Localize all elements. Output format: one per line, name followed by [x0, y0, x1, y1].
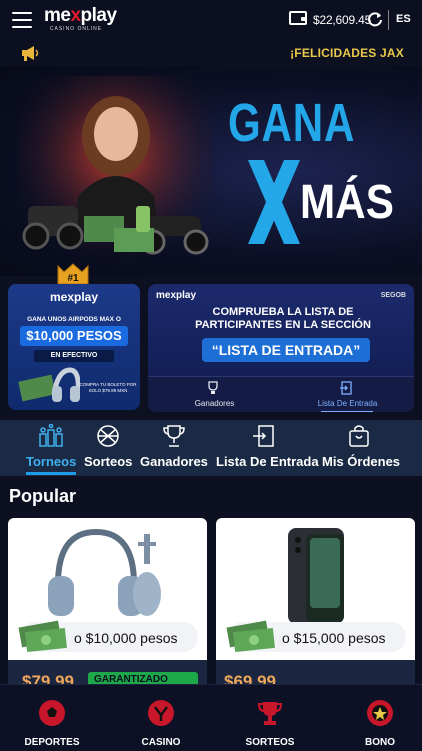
- promo-card-entry-list[interactable]: mexplay SEGOB COMPRUEBA LA LISTA DE PART…: [148, 284, 414, 412]
- bonus-icon: [367, 700, 393, 726]
- language-selector[interactable]: ES: [396, 13, 411, 25]
- logo-subtitle: CASINO ONLINE: [49, 26, 103, 32]
- tournament-icon: [39, 424, 63, 447]
- category-nav: Torneos Sorteos Ganadores Lista De Entra…: [0, 420, 422, 476]
- trophy-icon: [208, 381, 218, 394]
- entry-list-icon: [253, 425, 274, 447]
- tab-lista-de-entrada[interactable]: Lista De Entrada: [216, 420, 319, 476]
- hero-banner[interactable]: GANA MÁS: [0, 66, 422, 276]
- promo-card-airpods[interactable]: mexplay GANA UNOS AIRPODS MAX O $10,000 …: [8, 284, 140, 410]
- promo-highlight: “LISTA DE ENTRADA”: [202, 338, 370, 362]
- slot-icon: [148, 700, 174, 726]
- promo-logo: mexplay: [50, 290, 99, 304]
- promo-headline: GANA UNOS AIRPODS MAX O: [27, 316, 121, 323]
- refresh-icon[interactable]: [367, 11, 383, 27]
- tab-torneos[interactable]: Torneos: [26, 420, 76, 476]
- trophy-icon: [257, 702, 283, 725]
- tab-mis-ordenes[interactable]: Mis Órdenes: [322, 420, 400, 476]
- foldable-phone-image: [288, 528, 344, 624]
- regulator-logo: SEGOB: [380, 292, 406, 299]
- hero-title-line1: GANA: [228, 93, 356, 153]
- list-exit-icon: [340, 381, 352, 395]
- active-tab-indicator: [26, 472, 76, 475]
- cash-icon: [18, 620, 67, 653]
- hero-x-mark: [248, 160, 300, 244]
- headphones-image: [48, 528, 161, 616]
- wallet-icon[interactable]: [289, 11, 307, 25]
- promo-tabs: Ganadores Lista De Entrada: [148, 376, 414, 412]
- logo-wordmark: mexplay: [44, 5, 117, 26]
- promo-cash-label: EN EFECTIVO: [34, 350, 114, 362]
- promo-tab-ganadores[interactable]: Ganadores: [148, 377, 281, 412]
- promo-logo: mexplay: [156, 290, 197, 301]
- promo-tab-label: Ganadores: [194, 399, 235, 408]
- promo-prize-illustration: [18, 367, 80, 402]
- logo[interactable]: mexplay CASINO ONLINE: [44, 5, 117, 36]
- hero-prize-illustration: [18, 76, 213, 271]
- promo-title-line1: COMPRUEBA LA LISTA DE: [212, 306, 354, 318]
- prize-text: o $15,000 pesos: [282, 630, 386, 646]
- bottom-nav: DEPORTES CASINO SORTEOS BONO: [0, 684, 422, 750]
- cash-icon: [226, 620, 275, 653]
- prize-text: o $10,000 pesos: [74, 630, 178, 646]
- announcement-ticker: ¡FELICIDADES JAX: [290, 46, 404, 60]
- tab-label: Sorteos: [84, 454, 133, 469]
- bottom-nav-casino[interactable]: CASINO: [121, 685, 201, 751]
- promo-note: COMPRA TU BOLETO POR SOLO $79.99 MXN: [79, 382, 137, 393]
- promo-title: COMPRUEBA LA LISTA DE PARTICIPANTES EN L…: [188, 306, 378, 332]
- bottom-nav-label: DEPORTES: [24, 737, 80, 748]
- trophy-icon: [163, 425, 185, 447]
- bottom-nav-bono[interactable]: BONO: [340, 685, 420, 751]
- tab-label: Mis Órdenes: [322, 454, 401, 469]
- tab-label: Torneos: [26, 454, 77, 469]
- bag-icon: [349, 425, 369, 447]
- soccer-ball-icon: [39, 700, 65, 726]
- tab-label: Lista De Entrada: [216, 454, 319, 469]
- section-title: Popular: [9, 486, 77, 506]
- balance-amount: $22,609.45: [313, 13, 372, 27]
- promo-tab-lista[interactable]: Lista De Entrada: [281, 377, 414, 412]
- divider: [388, 10, 389, 30]
- hero-title-line2: MÁS: [300, 176, 394, 229]
- menu-icon[interactable]: [12, 12, 32, 28]
- top-bar: mexplay CASINO ONLINE $22,609.45 ES: [0, 0, 422, 40]
- svg-text:#1: #1: [67, 273, 79, 284]
- bottom-nav-deportes[interactable]: DEPORTES: [12, 685, 92, 751]
- bottom-nav-sorteos[interactable]: SORTEOS: [230, 685, 310, 751]
- bottom-nav-label: BONO: [365, 737, 395, 748]
- tab-ganadores[interactable]: Ganadores: [140, 420, 208, 476]
- tab-sorteos[interactable]: Sorteos: [84, 420, 132, 476]
- bottom-nav-label: CASINO: [141, 737, 181, 748]
- promo-title-line2: PARTICIPANTES EN LA SECCIÓN: [195, 319, 371, 331]
- bottom-nav-label: SORTEOS: [245, 737, 295, 748]
- promo-tab-label: Lista De Entrada: [317, 399, 378, 408]
- tab-label: Ganadores: [140, 454, 208, 469]
- raffle-icon: [97, 425, 119, 447]
- promo-amount: $10,000 PESOS: [20, 326, 128, 346]
- megaphone-icon: [22, 46, 39, 61]
